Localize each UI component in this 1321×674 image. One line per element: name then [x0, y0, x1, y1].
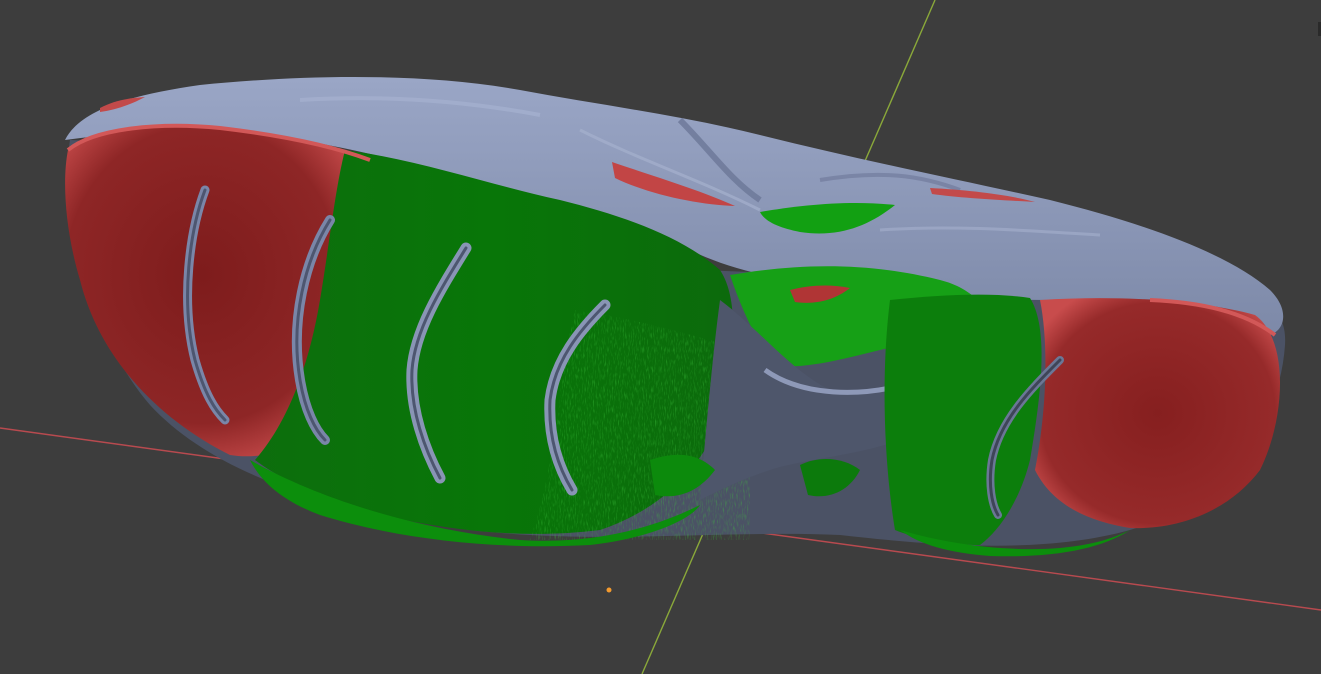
heel-red-region	[1035, 298, 1280, 529]
3d-viewport[interactable]	[0, 0, 1321, 674]
viewport-scene	[0, 0, 1321, 674]
origin-marker[interactable]	[606, 587, 612, 593]
